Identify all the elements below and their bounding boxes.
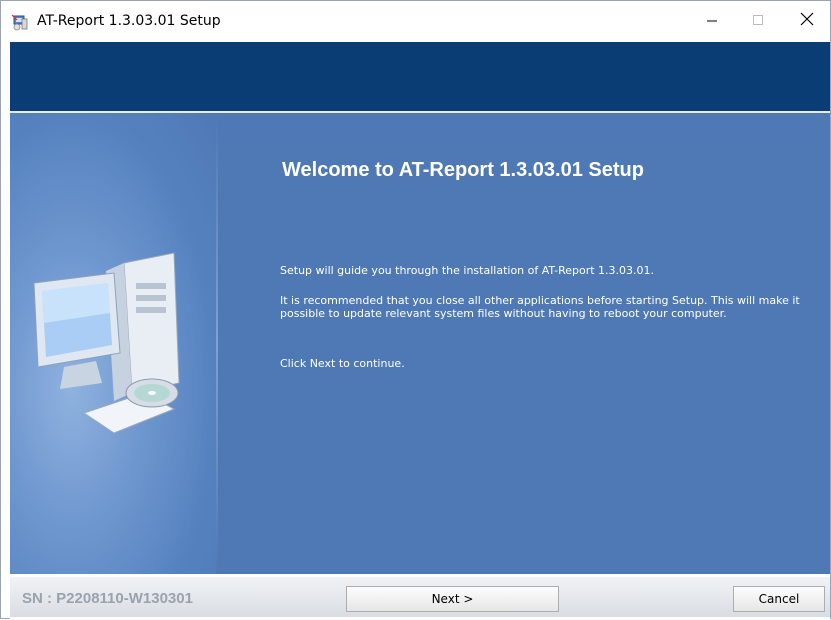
intro-text: Setup will guide you through the install… [280,264,655,277]
setup-window: AT-Report 1.3.03.01 Setup Welcome to AT-… [0,0,831,620]
serial-number: SN : P2208110-W130301 [22,590,193,607]
panel-divider [216,113,218,574]
close-icon [800,12,814,31]
setup-app-icon [11,13,29,31]
maximize-button[interactable] [735,1,781,42]
welcome-heading: Welcome to AT-Report 1.3.03.01 Setup [282,159,644,181]
cancel-button[interactable]: Cancel [733,586,825,612]
window-title: AT-Report 1.3.03.01 Setup [37,13,221,29]
maximize-icon [752,13,764,31]
recommendation-text: It is recommended that you close all oth… [280,294,800,320]
title-bar[interactable]: AT-Report 1.3.03.01 Setup [1,1,830,42]
next-button[interactable]: Next > [346,586,559,612]
next-button-label: Next > [431,592,474,606]
minimize-icon [706,13,718,31]
welcome-panel: Welcome to AT-Report 1.3.03.01 Setup Set… [10,113,830,574]
footer: SN : P2208110-W130301 Next > Cancel [10,574,830,620]
computer-illustration [33,252,180,434]
minimize-button[interactable] [689,1,735,42]
side-image-panel [10,113,216,574]
continue-text: Click Next to continue. [280,357,405,370]
header-banner [10,42,830,111]
close-button[interactable] [784,1,830,42]
cancel-button-label: Cancel [758,592,800,606]
